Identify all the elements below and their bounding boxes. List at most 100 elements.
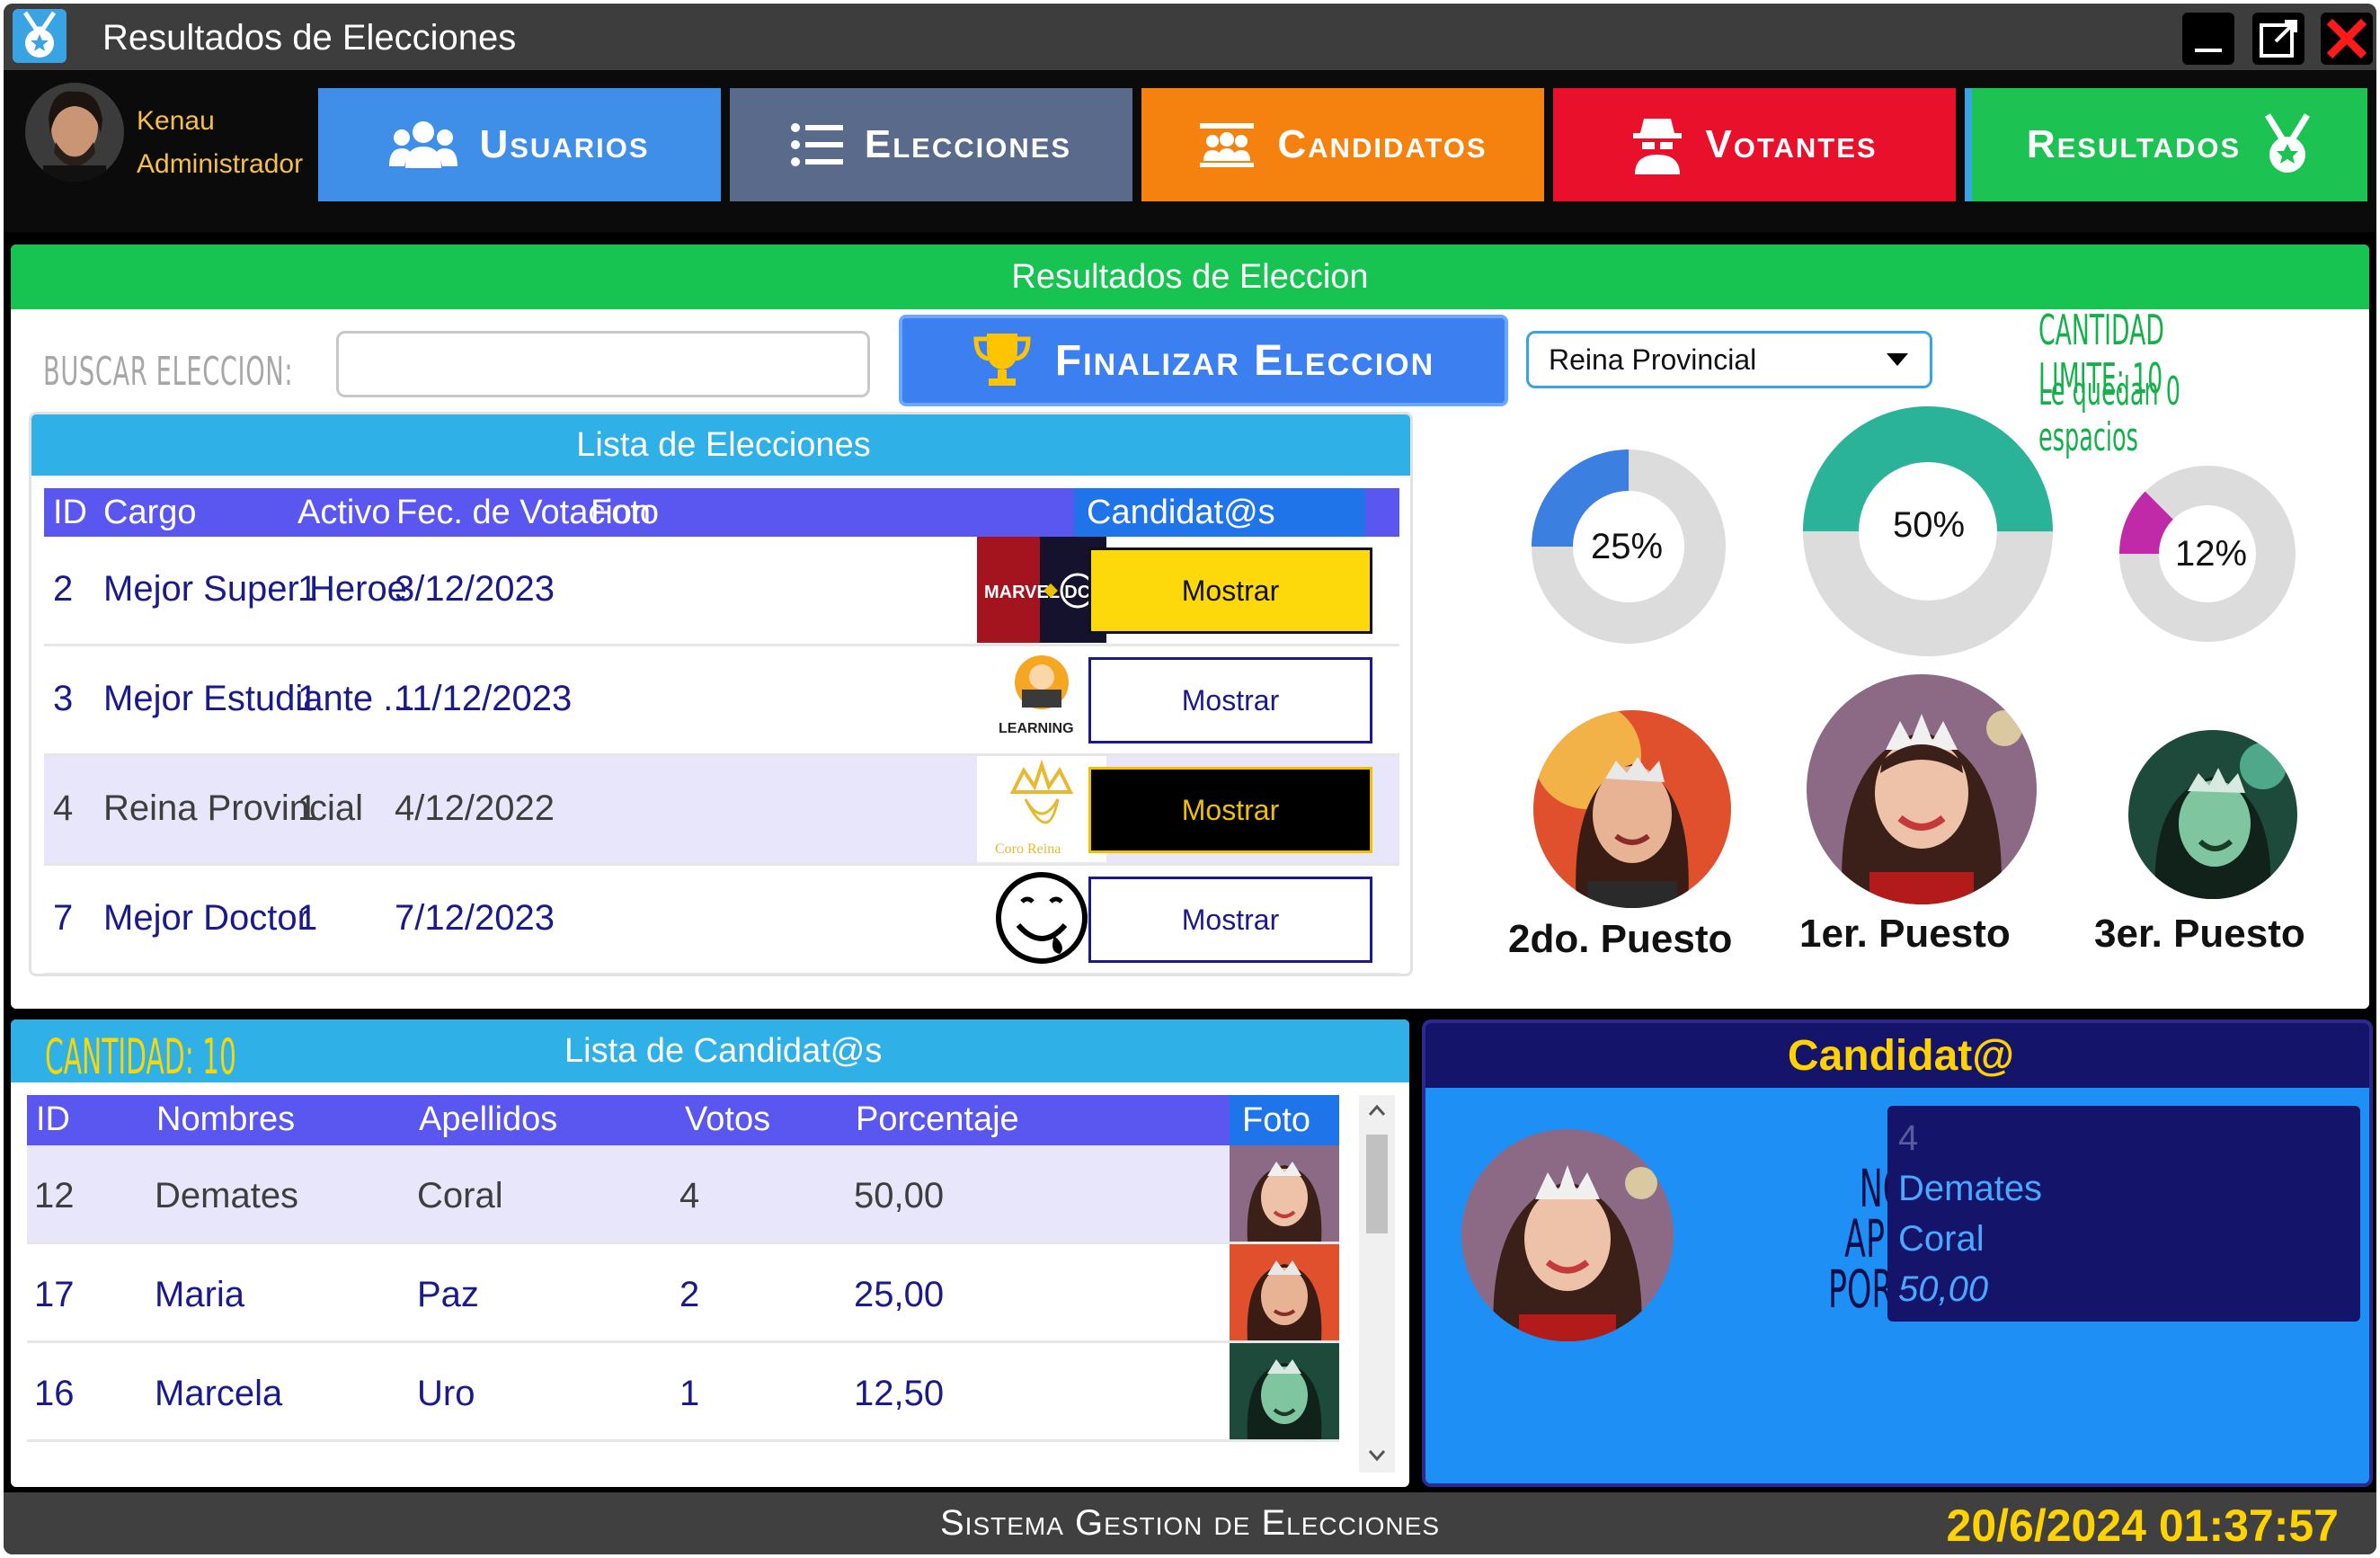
medal-icon [13, 9, 67, 63]
crown-logo: Coro Reina [977, 756, 1106, 862]
user-name: Kenau [137, 106, 215, 136]
show-candidates-button[interactable]: Mostrar [1088, 767, 1372, 853]
row-fecha: 4/12/2022 [395, 788, 555, 828]
clock: 20/6/2024 01:37:57 [1946, 1500, 2339, 1551]
finalize-election-button[interactable]: Finalizar Eleccion [899, 315, 1508, 406]
column-header-activo: Activo [298, 494, 391, 531]
nav-votantes-label: Votantes [1705, 122, 1878, 166]
row-id: 12 [34, 1176, 75, 1215]
column-header-id: ID [36, 1100, 70, 1138]
table-row[interactable]: 2 Mejor Super Heroe 1 3/12/2023 MARVEL D… [44, 537, 1399, 646]
nav-votantes-button[interactable]: Votantes [1553, 88, 1956, 201]
row-activo: 1 [298, 788, 318, 828]
maximize-button[interactable] [2252, 13, 2305, 65]
spy-icon [1633, 119, 1683, 174]
results-panel: Resultados de Eleccion BUSCAR ELECCION: … [11, 245, 2369, 1009]
scroll-thumb[interactable] [1366, 1135, 1388, 1233]
column-header-porcentaje: Porcentaje [856, 1100, 1019, 1138]
row-apellidos: Paz [417, 1275, 479, 1314]
election-dropdown[interactable]: Reina Provincial [1526, 331, 1932, 388]
second-place-label: 2do. Puesto [1508, 917, 1733, 961]
elections-table-header: ID Cargo Activo Fec. de Votacion Foto Ca… [44, 488, 1399, 537]
candidates-count: CANTIDAD: 10 [45, 1028, 236, 1085]
candidates-table: ID Nombres Apellidos Votos Porcentaje Fo… [27, 1095, 1339, 1442]
finalize-election-label: Finalizar Eleccion [1054, 336, 1435, 385]
table-row[interactable]: 7 Mejor Doctor 1 7/12/2023 Mostrar [44, 866, 1399, 974]
row-activo: 1 [298, 569, 318, 609]
table-row[interactable]: 4 Reina Provincial 1 4/12/2022 Coro Rein… [44, 756, 1399, 866]
minimize-button[interactable] [2182, 13, 2234, 65]
porcentaje-field[interactable]: 50,00 [1887, 1257, 2360, 1322]
candidates-scrollbar[interactable] [1359, 1095, 1395, 1473]
column-header-foto: Foto [591, 494, 660, 531]
election-dropdown-value: Reina Provincial [1549, 343, 1757, 376]
candidate-photo [1230, 1244, 1339, 1340]
row-cargo: Reina Provincial [103, 788, 364, 828]
candidate-detail-title: Candidat@ [1425, 1023, 2369, 1088]
row-nombres: Marcela [155, 1374, 283, 1413]
app-window: Resultados de Elecciones Kenau Administr… [4, 4, 2376, 1554]
candidates-table-header: ID Nombres Apellidos Votos Porcentaje Fo… [27, 1095, 1339, 1145]
row-fecha: 7/12/2023 [395, 898, 555, 938]
title-bar: Resultados de Elecciones [4, 4, 2376, 70]
user-role: Administrador [137, 149, 304, 179]
svg-text:LEARNING: LEARNING [999, 721, 1074, 736]
nav-elecciones-button[interactable]: Elecciones [730, 88, 1132, 201]
table-row[interactable]: 12 Demates Coral 4 50,00 [27, 1145, 1339, 1244]
search-election-input[interactable] [336, 331, 870, 397]
table-row[interactable]: 17 Maria Paz 2 25,00 [27, 1244, 1339, 1343]
row-fecha: 3/12/2023 [395, 569, 555, 609]
svg-text:Coro Reina: Coro Reina [995, 841, 1061, 857]
row-votos: 1 [679, 1374, 700, 1413]
row-id: 4 [53, 788, 74, 828]
learning-logo: LEARNING [977, 646, 1106, 752]
candidates-list-title: Lista de Candidat@s [564, 1032, 883, 1070]
first-place-photo [1807, 674, 2037, 904]
row-cargo: Mejor Super Heroe [103, 569, 407, 609]
nav-resultados-button[interactable]: Resultados [1965, 88, 2367, 201]
close-button[interactable] [2321, 13, 2373, 65]
chevron-down-icon [1887, 353, 1908, 366]
percent-label-third: 12% [2175, 534, 2248, 574]
nav-bar: Kenau Administrador Usuarios Elecciones … [4, 70, 2376, 232]
row-porcentaje: 50,00 [854, 1176, 945, 1215]
row-apellidos: Coral [417, 1176, 503, 1215]
users-icon [389, 121, 458, 168]
search-label: BUSCAR ELECCION: [43, 349, 294, 395]
spaces-remaining-text: Le quedan 0 espacios [2038, 369, 2181, 460]
third-place-photo [2128, 730, 2297, 899]
smiley-logo [977, 866, 1106, 972]
column-header-votos: Votos [685, 1100, 771, 1138]
second-place-photo [1533, 710, 1731, 908]
candidate-photo [1230, 1145, 1339, 1242]
column-header-candidatos: Candidat@s [1074, 488, 1365, 537]
marvel-dc-logo: MARVEL DC [977, 537, 1106, 643]
row-votos: 2 [679, 1275, 700, 1314]
scroll-down-icon[interactable] [1368, 1449, 1386, 1462]
row-id: 7 [53, 898, 74, 938]
table-row[interactable]: 3 Mejor Estudiante ... 1 11/12/2023 LEAR… [44, 646, 1399, 756]
status-bar: Sistema Gestion de Elecciones 20/6/2024 … [4, 1492, 2376, 1554]
nav-usuarios-button[interactable]: Usuarios [318, 88, 721, 201]
row-nombres: Demates [155, 1176, 299, 1215]
column-header-cargo: Cargo [103, 494, 197, 531]
trophy-icon [973, 334, 1031, 386]
table-row[interactable]: 16 Marcela Uro 1 12,50 [27, 1343, 1339, 1442]
nav-elecciones-label: Elecciones [864, 122, 1072, 166]
row-activo: 1 [298, 898, 318, 938]
row-id: 16 [34, 1374, 75, 1413]
row-id: 2 [53, 569, 74, 609]
candidate-photo [1230, 1343, 1339, 1439]
column-header-foto: Foto [1230, 1095, 1339, 1145]
candidates-list: CANTIDAD: 10 Lista de Candidat@s ID Nomb… [11, 1019, 1409, 1487]
show-candidates-button[interactable]: Mostrar [1088, 548, 1372, 634]
show-candidates-button[interactable]: Mostrar [1088, 877, 1372, 963]
nav-resultados-label: Resultados [2026, 122, 2242, 166]
scroll-up-icon[interactable] [1368, 1104, 1386, 1117]
nav-candidatos-button[interactable]: Candidatos [1141, 88, 1544, 201]
candidates-list-header: CANTIDAD: 10 Lista de Candidat@s [11, 1019, 1409, 1085]
show-candidates-button[interactable]: Mostrar [1088, 657, 1372, 743]
column-header-apellidos: Apellidos [419, 1100, 558, 1138]
nav-usuarios-label: Usuarios [479, 122, 650, 166]
row-porcentaje: 12,50 [854, 1374, 945, 1413]
